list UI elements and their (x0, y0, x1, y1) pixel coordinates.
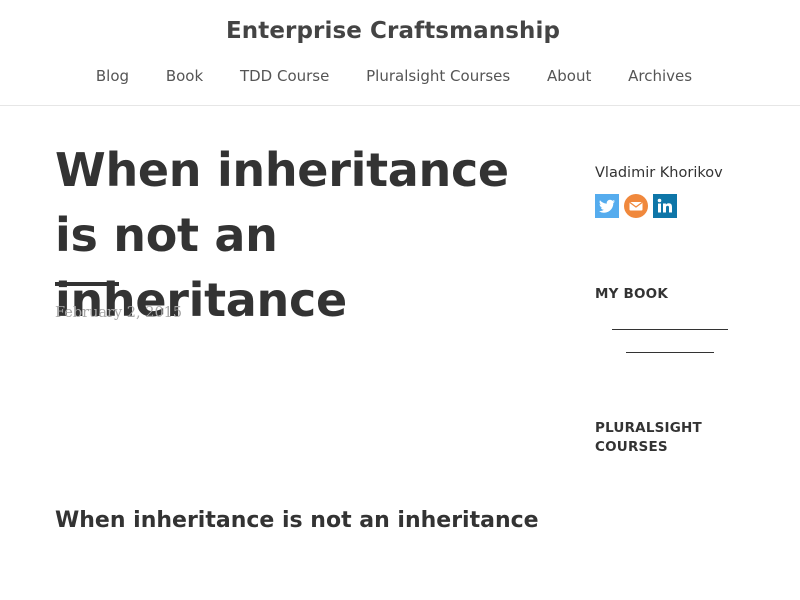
nav-item-pluralsight-courses[interactable]: Pluralsight Courses (366, 67, 510, 85)
email-icon[interactable] (624, 194, 648, 218)
site-title[interactable]: Enterprise Craftsmanship (0, 18, 786, 44)
post-title: When inheritance is not an inheritance (55, 143, 509, 327)
nav-item-tdd-course[interactable]: TDD Course (240, 67, 329, 85)
title-divider (55, 282, 119, 286)
pluralsight-courses-title: PLURALSIGHT COURSES (595, 420, 702, 455)
main-nav: Blog Book TDD Course Pluralsight Courses… (0, 67, 788, 85)
site-header: Enterprise Craftsmanship Blog Book TDD C… (0, 0, 800, 106)
post-date: February 2, 2015 (55, 305, 183, 321)
nav-item-archives[interactable]: Archives (628, 67, 692, 85)
nav-item-about[interactable]: About (547, 67, 591, 85)
author-name: Vladimir Khorikov (595, 165, 723, 181)
section-heading: When inheritance is not an inheritance (55, 508, 539, 533)
social-links (595, 194, 682, 218)
linkedin-icon[interactable] (653, 194, 677, 218)
nav-item-book[interactable]: Book (166, 67, 203, 85)
book-link-underline-2[interactable] (626, 352, 714, 353)
nav-item-blog[interactable]: Blog (96, 67, 129, 85)
twitter-icon[interactable] (595, 194, 619, 218)
my-book-title: MY BOOK (595, 286, 669, 302)
book-link-underline[interactable] (612, 329, 728, 330)
